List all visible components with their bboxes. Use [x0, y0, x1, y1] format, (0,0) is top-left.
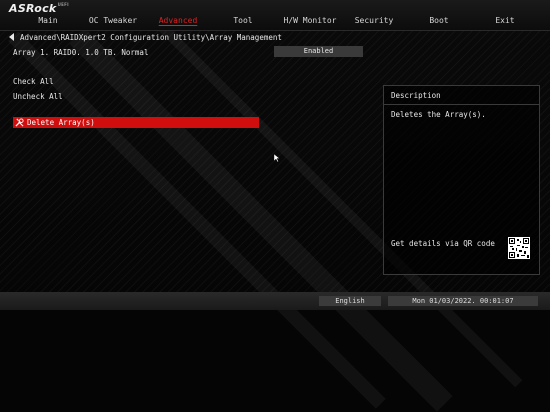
- menu-item-check-all[interactable]: Check All: [13, 77, 54, 86]
- back-arrow-icon[interactable]: [9, 33, 14, 41]
- menu-item-uncheck-all[interactable]: Uncheck All: [13, 92, 63, 101]
- array-1-value[interactable]: Enabled: [274, 46, 363, 57]
- breadcrumb: Advanced\RAIDXpert2 Configuration Utilit…: [9, 33, 282, 42]
- description-panel: Description Deletes the Array(s). Get de…: [383, 85, 540, 275]
- mouse-cursor-icon: [274, 154, 280, 162]
- tab-oc-tweaker[interactable]: OC Tweaker: [87, 16, 139, 25]
- tab-boot[interactable]: Boot: [424, 16, 454, 25]
- description-title: Description: [384, 86, 539, 105]
- language-selector[interactable]: English: [319, 296, 381, 306]
- datetime-display: Mon 01/03/2022. 00:01:07: [388, 296, 538, 306]
- delete-arrays-label: Delete Array(s): [27, 118, 95, 127]
- brand-logo: ASRockUEFI: [9, 2, 69, 15]
- tab-exit[interactable]: Exit: [490, 16, 520, 25]
- qr-code-icon: [508, 237, 530, 259]
- brand-name: ASRock: [9, 2, 57, 15]
- tab-main[interactable]: Main: [30, 16, 66, 25]
- status-bar: English Mon 01/03/2022. 00:01:07: [0, 292, 550, 310]
- brand-sub: UEFI: [57, 2, 69, 7]
- tab-hw-monitor[interactable]: H/W Monitor: [283, 16, 337, 25]
- array-1-label: Array 1. RAID0. 1.0 TB. Normal: [13, 48, 149, 57]
- tab-tool[interactable]: Tool: [226, 16, 260, 25]
- main-tabs: Main OC Tweaker Advanced Tool H/W Monito…: [0, 16, 550, 28]
- wrench-screwdriver-icon: [15, 118, 24, 127]
- breadcrumb-path: Advanced\RAIDXpert2 Configuration Utilit…: [20, 33, 282, 42]
- tab-security[interactable]: Security: [353, 16, 395, 25]
- menu-item-delete-arrays[interactable]: Delete Array(s): [13, 117, 259, 128]
- tab-advanced[interactable]: Advanced: [157, 16, 199, 25]
- top-menu-bar: ASRockUEFI Main OC Tweaker Advanced Tool…: [0, 0, 550, 31]
- qr-hint-text: Get details via QR code: [391, 239, 495, 248]
- description-text: Deletes the Array(s).: [391, 110, 486, 119]
